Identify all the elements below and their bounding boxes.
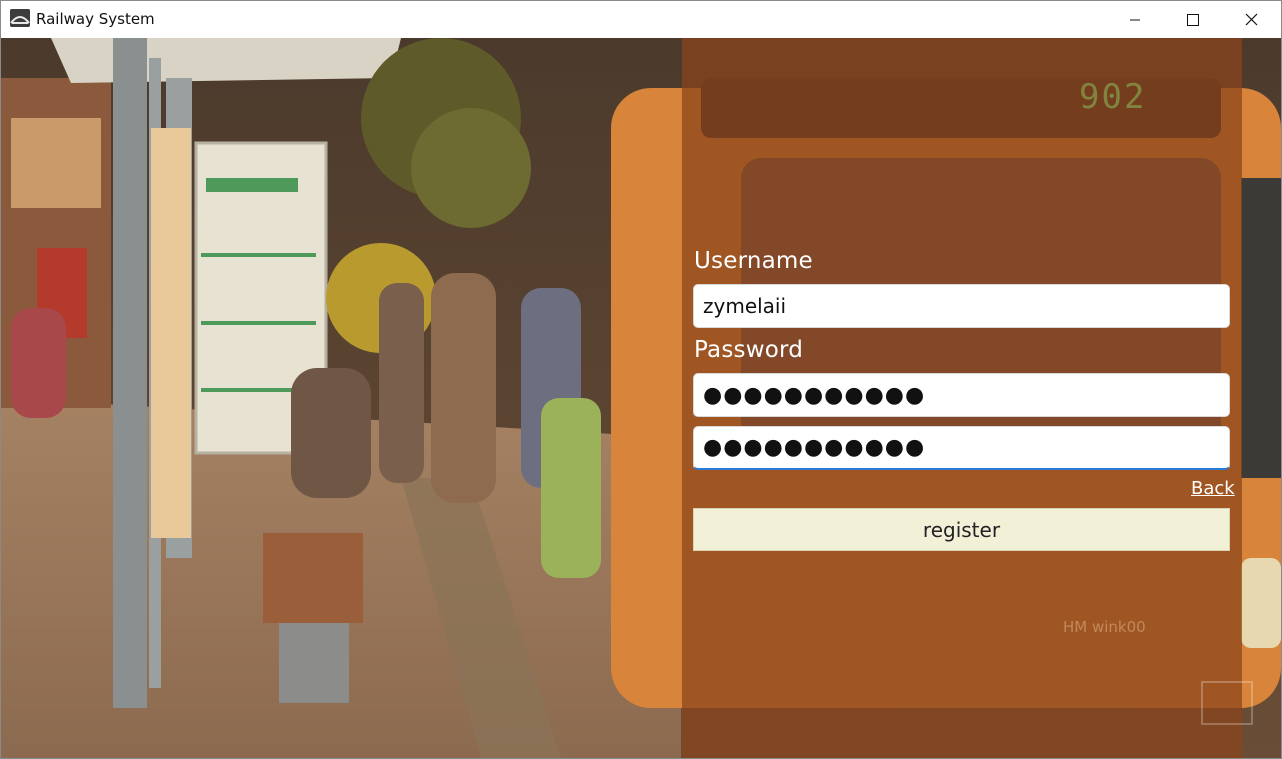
bus-plate: HM wink00 (1063, 618, 1146, 636)
password-label: Password (694, 337, 804, 363)
app-window: Railway System 902 HM wink00 Username zy… (0, 0, 1282, 759)
close-icon (1245, 13, 1257, 26)
register-button[interactable]: register (693, 508, 1230, 551)
back-link[interactable]: Back (1191, 478, 1235, 499)
bus-route-number: 902 (1079, 77, 1147, 117)
maximize-button[interactable] (1163, 1, 1223, 38)
app-logo-icon (10, 9, 30, 27)
title-bar[interactable]: Railway System (1, 1, 1281, 38)
username-input[interactable] (693, 284, 1230, 328)
password-input[interactable] (693, 373, 1230, 417)
username-label: Username (694, 248, 813, 274)
window-title: Railway System (36, 10, 155, 28)
minimize-icon (1130, 19, 1140, 20)
watermark-logo (1201, 681, 1253, 725)
close-button[interactable] (1221, 1, 1281, 38)
confirm-password-input[interactable] (693, 426, 1230, 470)
maximize-icon (1187, 13, 1199, 26)
minimize-button[interactable] (1105, 1, 1165, 38)
